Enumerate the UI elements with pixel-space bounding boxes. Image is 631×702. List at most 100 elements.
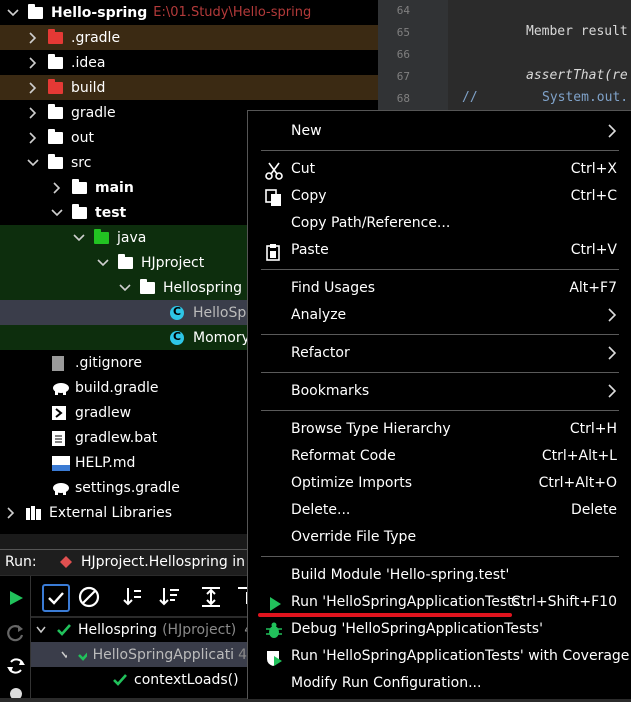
tree-item-label: out	[71, 129, 94, 146]
expand-all-icon[interactable]	[198, 584, 224, 610]
coverage-shield-icon	[265, 649, 283, 667]
tree-item-label: HJproject	[141, 254, 205, 271]
menu-item-bookmarks[interactable]: Bookmarks	[248, 379, 631, 406]
chevron-right-icon[interactable]	[26, 81, 40, 94]
test-result-time: 4	[238, 646, 247, 663]
submenu-arrow-icon	[608, 308, 617, 326]
sort-alpha-icon[interactable]	[120, 584, 146, 610]
chevron-down-icon[interactable]	[36, 626, 46, 634]
test-result-row[interactable]: contextLoads() 4	[112, 667, 258, 692]
sort-duration-icon[interactable]	[156, 584, 182, 610]
code-line: System.out.	[542, 90, 629, 105]
chevron-down-icon[interactable]	[26, 158, 40, 167]
test-passed-icon	[78, 652, 87, 661]
tree-item-label: External Libraries	[49, 504, 172, 521]
line-number: 68	[396, 92, 410, 105]
tree-item-label: .idea	[71, 54, 106, 71]
menu-item-shortcut: Alt+F7	[569, 280, 617, 296]
test-result-row-selected[interactable]: HelloSpringApplicati 4	[31, 642, 247, 667]
line-number: 67	[396, 70, 410, 83]
menu-item-delete[interactable]: Delete... Delete	[248, 498, 631, 525]
run-config-icon	[60, 556, 72, 572]
chevron-right-icon[interactable]	[4, 506, 18, 519]
tree-item-label: MomoryI	[193, 329, 255, 346]
run-toolbar	[0, 576, 247, 616]
menu-item-reformat-code[interactable]: Reformat Code Ctrl+Alt+L	[248, 444, 631, 471]
excluded-folder-icon	[48, 78, 64, 95]
chevron-down-icon[interactable]	[118, 283, 132, 292]
menu-item-shortcut: Ctrl+Alt+L	[541, 448, 617, 464]
menu-item-label: Delete...	[291, 502, 351, 518]
chevron-down-icon[interactable]	[61, 651, 68, 659]
tree-item-idea[interactable]: .idea	[0, 50, 378, 75]
folder-icon	[48, 103, 64, 120]
menu-item-optimize-imports[interactable]: Optimize Imports Ctrl+Alt+O	[248, 471, 631, 498]
menu-item-label: Modify Run Configuration...	[291, 675, 482, 691]
show-passed-toggle[interactable]	[42, 584, 70, 612]
menu-item-find-usages[interactable]: Find Usages Alt+F7	[248, 276, 631, 303]
menu-item-copy[interactable]: Copy Ctrl+C	[248, 184, 631, 211]
menu-item-shortcut: Ctrl+Alt+O	[538, 475, 617, 491]
folder-icon	[48, 128, 64, 145]
chevron-right-icon[interactable]	[50, 181, 64, 194]
rerun-failed-icon[interactable]	[6, 624, 26, 646]
package-icon	[118, 253, 134, 270]
collapse-all-icon[interactable]	[234, 584, 247, 610]
root-name: Hello-spring	[51, 4, 148, 21]
chevron-right-icon[interactable]	[26, 106, 40, 119]
tree-root[interactable]: Hello-spring E:\01.Study\Hello-spring	[0, 0, 378, 25]
run-side-toolbar	[0, 576, 31, 700]
chevron-down-icon[interactable]	[96, 258, 110, 267]
run-config-tab[interactable]: HJproject.Hellospring in He	[81, 554, 269, 570]
menu-item-analyze[interactable]: Analyze	[248, 303, 631, 330]
tree-item-label: .gradle	[71, 29, 121, 46]
submenu-arrow-icon	[608, 384, 617, 402]
chevron-down-icon[interactable]	[6, 8, 20, 17]
menu-separator	[261, 269, 619, 270]
markdown-file-icon	[52, 455, 70, 471]
rerun-icon[interactable]	[8, 590, 24, 610]
tree-item-label: test	[95, 204, 127, 221]
chevron-right-icon[interactable]	[26, 131, 40, 144]
tree-item-label: .gitignore	[75, 354, 142, 371]
run-tool-header: Run: HJproject.Hellospring in He	[0, 549, 269, 575]
tree-item-label: src	[71, 154, 92, 171]
menu-item-refactor[interactable]: Refactor	[248, 341, 631, 368]
chevron-down-icon[interactable]	[72, 233, 86, 242]
tree-item-label: Hellospring	[163, 279, 243, 296]
menu-item-run-with-coverage[interactable]: Run 'HelloSpringApplicationTests' with C…	[248, 644, 631, 671]
test-result-row[interactable]: Hellospring (HJproject) 4	[36, 617, 253, 642]
copy-icon	[265, 189, 283, 207]
tree-item-label: HELP.md	[75, 454, 136, 471]
menu-item-build-module[interactable]: Build Module 'Hello-spring.test'	[248, 563, 631, 590]
menu-item-paste[interactable]: Paste Ctrl+V	[248, 238, 631, 265]
menu-item-browse-type-hierarchy[interactable]: Browse Type Hierarchy Ctrl+H	[248, 417, 631, 444]
menu-item-debug-tests[interactable]: Debug 'HelloSpringApplicationTests'	[248, 617, 631, 644]
chevron-right-icon[interactable]	[26, 56, 40, 69]
toggle-auto-test-icon[interactable]	[6, 656, 26, 680]
chevron-down-icon[interactable]	[50, 208, 64, 217]
menu-item-override-file-type[interactable]: Override File Type	[248, 525, 631, 552]
menu-item-cut[interactable]: Cut Ctrl+X	[248, 157, 631, 184]
chevron-right-icon[interactable]	[26, 31, 40, 44]
menu-separator	[261, 410, 619, 411]
menu-item-shortcut: Ctrl+X	[570, 161, 617, 177]
line-number: 66	[396, 48, 410, 61]
folder-icon	[48, 153, 64, 170]
show-ignored-toggle[interactable]	[76, 584, 102, 610]
gradle-elephant-icon	[52, 381, 69, 395]
menu-item-new[interactable]: New	[248, 119, 631, 146]
menu-item-shortcut: Ctrl+H	[569, 421, 617, 437]
library-icon	[26, 505, 42, 520]
menu-item-copy-path[interactable]: Copy Path/Reference...	[248, 211, 631, 238]
menu-item-modify-run-config[interactable]: Modify Run Configuration...	[248, 671, 631, 698]
run-play-icon	[265, 595, 283, 613]
code-line: assertThat(re	[526, 68, 628, 83]
menu-item-label: Optimize Imports	[291, 475, 412, 491]
folder-icon	[48, 53, 64, 70]
tree-item-build[interactable]: build	[0, 75, 378, 100]
tree-item-gradle-dir[interactable]: .gradle	[0, 25, 378, 50]
menu-item-label: Run 'HelloSpringApplicationTests'	[291, 594, 524, 610]
shell-script-icon	[52, 405, 68, 420]
stop-icon[interactable]	[8, 686, 24, 702]
